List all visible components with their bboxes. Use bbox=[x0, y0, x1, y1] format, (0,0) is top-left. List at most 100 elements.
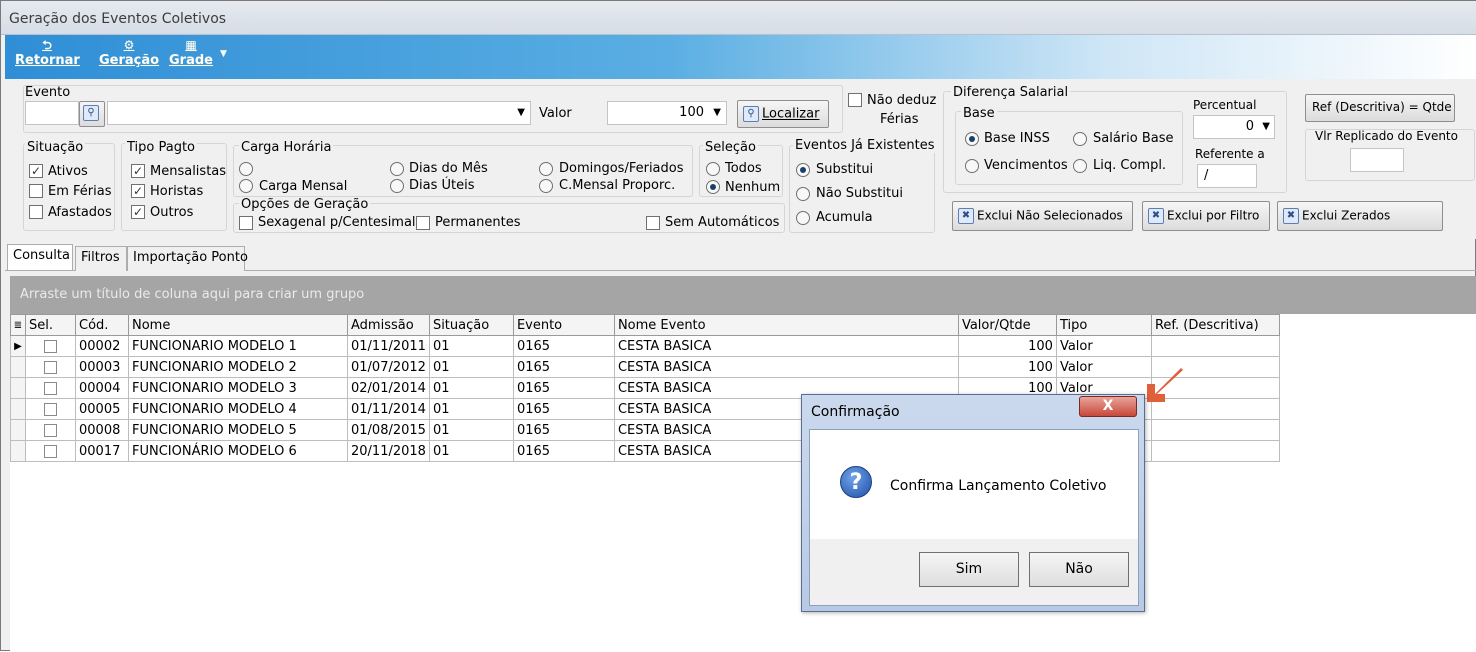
cmensal-radio[interactable] bbox=[539, 179, 553, 193]
vlr-replicado-input[interactable] bbox=[1350, 148, 1404, 172]
dias-mes-radio[interactable] bbox=[390, 162, 404, 176]
cell-cod[interactable]: 00005 bbox=[75, 398, 129, 420]
dialog-close-button[interactable]: X bbox=[1079, 396, 1137, 417]
cell-nome[interactable]: FUNCIONARIO MODELO 3 bbox=[128, 377, 348, 399]
cell-evento[interactable]: 0165 bbox=[512, 440, 615, 462]
group-by-area[interactable]: Arraste um título de coluna aqui para cr… bbox=[10, 276, 1476, 314]
nenhum-radio[interactable] bbox=[706, 180, 720, 194]
cell-evento[interactable]: 0165 bbox=[512, 356, 615, 378]
col-header-cod[interactable]: Cód. bbox=[75, 314, 129, 336]
ref-descritiva-button[interactable]: Ref (Descritiva) = Qtde bbox=[1305, 94, 1455, 122]
cell-nome[interactable]: FUNCIONARIO MODELO 4 bbox=[128, 398, 348, 420]
tab-consulta[interactable]: Consulta bbox=[7, 244, 73, 270]
row-indicator[interactable] bbox=[10, 419, 26, 441]
cell-situacao[interactable]: 01 bbox=[428, 377, 514, 399]
cell-evento[interactable]: 0165 bbox=[512, 377, 615, 399]
cell-nome-evento[interactable]: CESTA BASICA bbox=[613, 356, 959, 378]
current-row-indicator-icon[interactable]: ▶ bbox=[10, 335, 26, 357]
cell-admissao[interactable]: 02/01/2014 bbox=[347, 377, 430, 399]
col-header-sel[interactable]: Sel. bbox=[25, 314, 76, 336]
cell-nome[interactable]: FUNCIONARIO MODELO 1 bbox=[128, 335, 348, 357]
liq-compl-radio[interactable] bbox=[1073, 159, 1087, 173]
cell-tipo[interactable]: Valor bbox=[1055, 335, 1152, 357]
row-select-checkbox[interactable] bbox=[44, 444, 57, 458]
col-header-valor-qtde[interactable]: Valor/Qtde bbox=[957, 314, 1057, 336]
col-header-nome-evento[interactable]: Nome Evento bbox=[613, 314, 959, 336]
cell-valor-qtde[interactable]: 100 bbox=[957, 356, 1057, 378]
retornar-button[interactable]: ⮌ Retornar bbox=[15, 37, 80, 68]
salario-base-radio[interactable] bbox=[1073, 132, 1087, 146]
col-header-situacao[interactable]: Situação bbox=[428, 314, 514, 336]
cell-admissao[interactable]: 01/11/2014 bbox=[347, 398, 430, 420]
cell-situacao[interactable]: 01 bbox=[428, 398, 514, 420]
cell-admissao[interactable]: 01/07/2012 bbox=[347, 356, 430, 378]
grade-button[interactable]: ▦ Grade bbox=[168, 37, 214, 68]
mensalistas-checkbox[interactable]: ✓ bbox=[131, 164, 145, 178]
localizar-button[interactable]: ⚲ Localizar bbox=[737, 100, 829, 128]
em-ferias-checkbox[interactable] bbox=[29, 184, 43, 198]
table-row[interactable]: 00003 FUNCIONARIO MODELO 2 01/07/2012 01 016… bbox=[10, 356, 1280, 378]
col-header-nome[interactable]: Nome bbox=[128, 314, 348, 336]
cell-nome[interactable]: FUNCIONARIO MODELO 5 bbox=[128, 419, 348, 441]
permanentes-checkbox[interactable] bbox=[416, 216, 430, 230]
cell-evento[interactable]: 0165 bbox=[512, 419, 615, 441]
todos-radio[interactable] bbox=[706, 162, 720, 176]
cell-admissao[interactable]: 01/08/2015 bbox=[347, 419, 430, 441]
cell-situacao[interactable]: 01 bbox=[428, 419, 514, 441]
cell-nome-evento[interactable]: CESTA BASICA bbox=[613, 335, 959, 357]
tab-importacao-ponto[interactable]: Importação Ponto bbox=[127, 246, 248, 271]
vencimentos-radio[interactable] bbox=[965, 159, 979, 173]
cell-ref-descritiva[interactable] bbox=[1150, 335, 1280, 357]
cell-nome[interactable]: FUNCIONÁRIO MODELO 6 bbox=[128, 440, 348, 462]
exclui-por-filtro-button[interactable]: ✖ Exclui por Filtro bbox=[1142, 201, 1270, 231]
geracao-button[interactable]: ⚙ Geração bbox=[99, 37, 159, 68]
cell-admissao[interactable]: 20/11/2018 bbox=[347, 440, 430, 462]
nao-substitui-radio[interactable] bbox=[796, 187, 810, 201]
row-indicator[interactable] bbox=[10, 356, 26, 378]
cell-nome[interactable]: FUNCIONARIO MODELO 2 bbox=[128, 356, 348, 378]
cell-cod[interactable]: 00002 bbox=[75, 335, 129, 357]
sem-automaticos-checkbox[interactable] bbox=[646, 216, 660, 230]
cell-situacao[interactable]: 01 bbox=[428, 335, 514, 357]
tab-filtros[interactable]: Filtros bbox=[75, 246, 127, 271]
nao-button[interactable]: Não bbox=[1029, 552, 1129, 587]
cell-ref-descritiva[interactable] bbox=[1150, 419, 1280, 441]
col-header-admissao[interactable]: Admissão bbox=[347, 314, 430, 336]
cell-ref-descritiva[interactable] bbox=[1150, 440, 1280, 462]
cell-cod[interactable]: 00008 bbox=[75, 419, 129, 441]
row-indicator[interactable] bbox=[10, 398, 26, 420]
nao-deduz-ferias-checkbox[interactable] bbox=[848, 93, 862, 107]
substitui-radio[interactable] bbox=[796, 163, 810, 177]
col-header-ref-descritiva[interactable]: Ref. (Descritiva) bbox=[1150, 314, 1280, 336]
cell-tipo[interactable]: Valor bbox=[1055, 356, 1152, 378]
col-header-tipo[interactable]: Tipo bbox=[1055, 314, 1152, 336]
percentual-select[interactable]: 0 ▼ bbox=[1193, 115, 1275, 139]
cell-evento[interactable]: 0165 bbox=[512, 335, 615, 357]
row-select-checkbox[interactable] bbox=[44, 339, 57, 353]
row-indicator[interactable] bbox=[10, 440, 26, 462]
row-indicator[interactable] bbox=[10, 377, 26, 399]
dias-uteis-radio[interactable] bbox=[390, 179, 404, 193]
acumula-radio[interactable] bbox=[796, 211, 810, 225]
evento-code-input[interactable] bbox=[25, 101, 79, 125]
col-header-evento[interactable]: Evento bbox=[512, 314, 615, 336]
row-select-checkbox[interactable] bbox=[44, 381, 57, 395]
cell-admissao[interactable]: 01/11/2011 bbox=[347, 335, 430, 357]
cell-situacao[interactable]: 01 bbox=[428, 356, 514, 378]
outros-checkbox[interactable]: ✓ bbox=[131, 205, 145, 219]
valor-select[interactable]: 100 ▼ bbox=[607, 101, 727, 125]
horistas-checkbox[interactable]: ✓ bbox=[131, 184, 145, 198]
cell-valor-qtde[interactable]: 100 bbox=[957, 335, 1057, 357]
base-inss-radio[interactable] bbox=[965, 132, 979, 146]
column-chooser-icon[interactable]: ≣ bbox=[10, 314, 26, 336]
cell-cod[interactable]: 00004 bbox=[75, 377, 129, 399]
evento-name-select[interactable]: ▼ bbox=[107, 101, 531, 125]
cell-situacao[interactable]: 01 bbox=[428, 440, 514, 462]
referente-input[interactable]: / bbox=[1197, 164, 1257, 188]
carga-mensal-radio[interactable] bbox=[239, 179, 253, 193]
evento-search-button[interactable]: ⚲ bbox=[79, 101, 105, 127]
domingos-radio[interactable] bbox=[539, 162, 553, 176]
ativos-checkbox[interactable]: ✓ bbox=[29, 164, 43, 178]
cell-evento[interactable]: 0165 bbox=[512, 398, 615, 420]
cell-cod[interactable]: 00017 bbox=[75, 440, 129, 462]
